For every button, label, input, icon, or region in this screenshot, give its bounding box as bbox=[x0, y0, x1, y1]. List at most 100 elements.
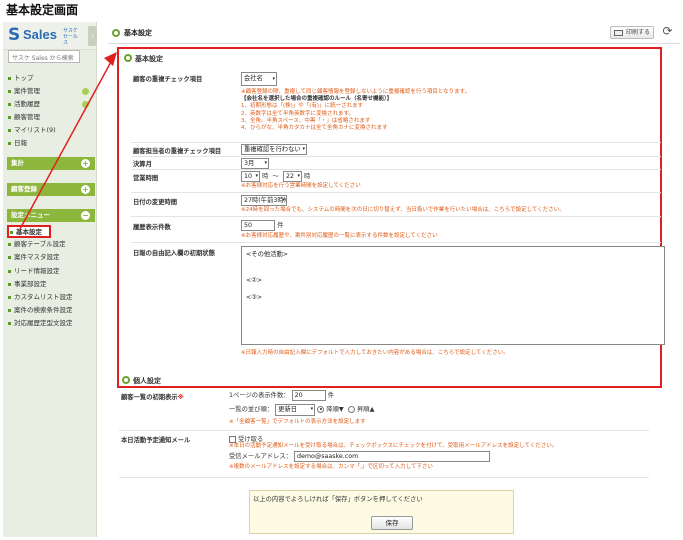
free-text-textarea[interactable]: <その他活動> <②> <③> bbox=[241, 246, 665, 345]
free-text-line bbox=[246, 285, 660, 294]
list-display-label-text: 顧客一覧の初期表示 bbox=[121, 394, 178, 401]
sort-value: 更新日 bbox=[278, 406, 298, 413]
settings-item-label: カスタムリスト設定 bbox=[14, 292, 73, 301]
row-activity-mail: 本日活動予定通知メール 受け取る ※本日の活動予定通知メールを受け取る場合は、チ… bbox=[119, 431, 649, 478]
section-label: 顧客登録 bbox=[11, 185, 37, 193]
sort-desc-radio[interactable] bbox=[317, 405, 325, 413]
tilde-label: ～ bbox=[272, 173, 279, 180]
section-settings-menu[interactable]: 設定メニュー − bbox=[7, 209, 95, 222]
settings-item-custom-list[interactable]: カスタムリスト設定 bbox=[7, 291, 97, 304]
sidebar-search-input[interactable]: サスケ Sales から検索 bbox=[8, 50, 80, 63]
history-count-note: ※お客様対応履歴や、案件別対応履歴の一覧に表示する件数を設定してください bbox=[241, 233, 438, 239]
dup-note-line: 4、ひらがな、半角カタカナは全て全角カナに変換されます bbox=[241, 125, 388, 132]
settings-item-division[interactable]: 事業部設定 bbox=[7, 278, 97, 291]
required-mark: ※ bbox=[177, 394, 184, 401]
history-count-unit: 件 bbox=[277, 222, 284, 229]
history-count-input[interactable]: 50 bbox=[241, 220, 275, 231]
settings-item-deal-search[interactable]: 案件の検索条件設定 bbox=[7, 304, 97, 317]
dropdown-arrow-icon: ▾ bbox=[272, 76, 275, 82]
section-aggregate[interactable]: 集計 + bbox=[7, 157, 95, 170]
mail-address-input[interactable]: demo@saaske.com bbox=[294, 451, 491, 462]
sidebar-item-customers[interactable]: 顧客管理 bbox=[7, 111, 95, 124]
business-hours-end-select[interactable]: 22 ▾ bbox=[282, 171, 302, 182]
expand-dot-icon[interactable] bbox=[82, 88, 89, 95]
sidebar-item-deals[interactable]: 案件管理 bbox=[7, 85, 95, 98]
settings-item-deal-master[interactable]: 案件マスタ設定 bbox=[7, 251, 97, 264]
fiscal-month-select[interactable]: 3月 ▾ bbox=[241, 158, 269, 169]
minus-icon: − bbox=[81, 211, 90, 220]
save-box: 以上の内容でよろしければ「保存」ボタンを押してください 保存 bbox=[249, 490, 514, 534]
settings-item-lead-info[interactable]: リード情報設定 bbox=[7, 265, 97, 278]
sidebar-item-label: マイリスト(9) bbox=[14, 126, 56, 134]
sidebar-item-top[interactable]: トップ bbox=[7, 72, 95, 85]
person-dup-label: 顧客担当者の重複チェック項目 bbox=[133, 148, 222, 155]
row-person-dup-check: 顧客担当者の重複チェック項目 重複確認を行わない ▾ bbox=[131, 143, 661, 157]
mail-address-label: 受信メールアドレス： bbox=[229, 453, 292, 460]
settings-item-basic[interactable]: 基本設定 bbox=[7, 225, 51, 239]
activity-mail-label: 本日活動予定通知メール bbox=[121, 437, 191, 444]
settings-item-label: リード情報設定 bbox=[14, 266, 60, 275]
settings-item-history-template[interactable]: 対応履歴定型文設定 bbox=[7, 317, 97, 330]
settings-item-label: 案件マスタ設定 bbox=[14, 253, 60, 262]
free-text-line bbox=[246, 260, 660, 269]
business-hours-start-select[interactable]: 10 ▾ bbox=[241, 171, 260, 182]
bullet-icon bbox=[8, 295, 11, 299]
sort-select[interactable]: 更新日 ▾ bbox=[275, 404, 316, 416]
list-display-label: 顧客一覧の初期表示※ bbox=[121, 392, 184, 401]
plus-icon: + bbox=[81, 185, 90, 194]
topbar: 基本設定 印刷する ⟳ bbox=[108, 22, 680, 44]
activity-mail-note2: ※複数のメールアドレスを設定する場合は、カンマ「,」で区切って入力して下さい bbox=[229, 464, 433, 470]
sidebar-item-mylist[interactable]: マイリスト(9) bbox=[7, 124, 95, 137]
receive-mail-checkbox[interactable] bbox=[229, 435, 236, 443]
row-date-change: 日付の変更時間 27時(午前3時) ▾ ※24時を回った場合でも、システムの時間を… bbox=[131, 193, 661, 217]
sidebar-item-activities[interactable]: 活動履歴 bbox=[7, 98, 95, 111]
bullet-icon bbox=[8, 322, 11, 326]
hour-unit-label: 時 bbox=[262, 173, 269, 180]
row-fiscal-month: 決算月 3月 ▾ bbox=[131, 157, 661, 170]
settings-item-label: 対応履歴定型文設定 bbox=[14, 319, 73, 328]
history-count-label: 履歴表示件数 bbox=[133, 224, 171, 231]
per-page-input[interactable]: 20 bbox=[291, 390, 326, 401]
highlight-box-basic-settings: 基本設定 顧客の重複チェック項目 会社名 ▾ ※顧客登録の際、重複して同じ顧客情報… bbox=[117, 47, 665, 388]
collapse-sidebar-icon[interactable]: ‹ bbox=[88, 26, 97, 46]
section-circle-icon bbox=[122, 376, 130, 384]
person-dup-select[interactable]: 重複確認を行わない ▾ bbox=[241, 144, 307, 155]
receive-mail-label: 受け取る bbox=[238, 436, 264, 443]
business-hours-note: ※お客様対応を行う営業時間を設定してください bbox=[241, 183, 361, 189]
expand-dot-icon[interactable] bbox=[82, 101, 89, 108]
save-message: 以上の内容でよろしければ「保存」ボタンを押してください bbox=[253, 496, 423, 503]
settings-item-label: 顧客テーブル設定 bbox=[14, 240, 66, 249]
row-business-hours: 営業時間 10 ▾ 時 ～ 22 ▾ 時 ※お客様対応を行う営業時間を設定してくださ… bbox=[131, 170, 661, 193]
settings-item-label: 案件の検索条件設定 bbox=[14, 306, 73, 315]
save-button[interactable]: 保存 bbox=[371, 516, 413, 530]
person-dup-value: 重複確認を行わない bbox=[244, 146, 301, 153]
free-text-line: <その他活動> bbox=[246, 251, 289, 258]
settings-item-label: 事業部設定 bbox=[14, 279, 47, 288]
bullet-icon bbox=[8, 309, 11, 313]
print-button[interactable]: 印刷する bbox=[610, 26, 654, 39]
plus-icon: + bbox=[81, 159, 90, 168]
section-circle-icon bbox=[124, 54, 132, 62]
section-customer-register[interactable]: 顧客登録 + bbox=[7, 183, 95, 196]
sort-asc-label: 昇順▲ bbox=[356, 406, 375, 413]
dropdown-arrow-icon: ▾ bbox=[264, 160, 267, 166]
business-hours-label: 営業時間 bbox=[133, 175, 159, 182]
basic-settings-title-text: 基本設定 bbox=[135, 55, 163, 63]
settings-item-customer-table[interactable]: 顧客テーブル設定 bbox=[7, 238, 97, 251]
dropdown-arrow-icon: ▾ bbox=[302, 146, 305, 152]
date-change-value: 27時(午前3時) bbox=[244, 197, 287, 204]
date-change-select[interactable]: 27時(午前3時) ▾ bbox=[241, 195, 287, 206]
sort-asc-radio[interactable] bbox=[347, 405, 355, 413]
personal-settings-title: 個人設定 bbox=[122, 376, 161, 386]
sidebar-item-daily-report[interactable]: 日報 bbox=[7, 137, 95, 150]
dup-check-select[interactable]: 会社名 ▾ bbox=[241, 72, 277, 86]
section-label: 設定メニュー bbox=[11, 211, 50, 219]
date-change-note: ※24時を回った場合でも、システムの時間を次の日に切り替えず、当日扱いで作業を行… bbox=[241, 207, 565, 213]
dropdown-arrow-icon: ▾ bbox=[282, 197, 285, 203]
row-dup-check: 顧客の重複チェック項目 会社名 ▾ ※顧客登録の際、重複して同じ顧客情報を登録しな… bbox=[131, 68, 661, 143]
dropdown-arrow-icon: ▾ bbox=[255, 173, 258, 179]
personal-settings-title-text: 個人設定 bbox=[133, 377, 161, 385]
refresh-icon[interactable]: ⟳ bbox=[661, 25, 674, 38]
bullet-icon bbox=[8, 103, 11, 106]
sidebar-item-label: 案件管理 bbox=[14, 87, 40, 95]
